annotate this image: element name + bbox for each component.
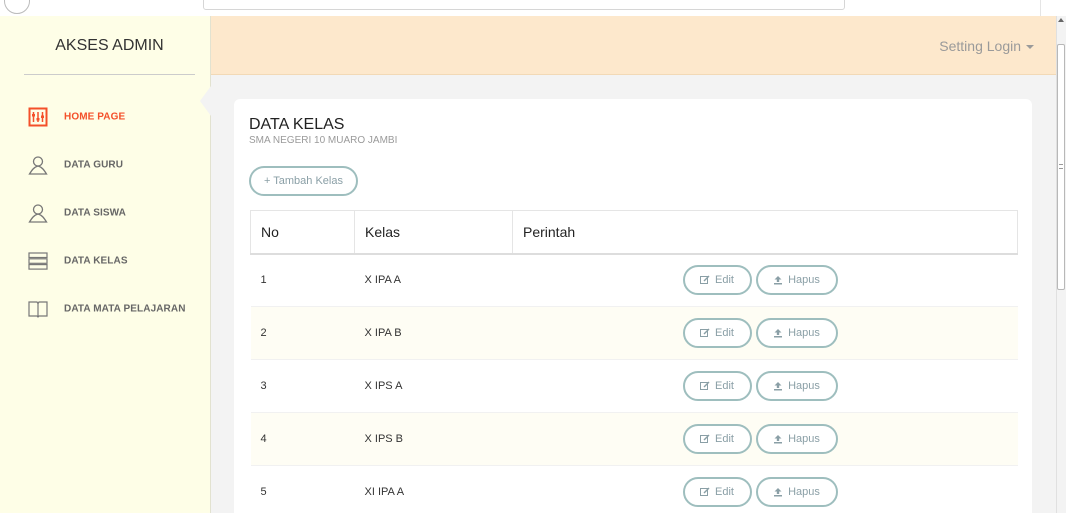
cell-no: 1 xyxy=(250,253,355,307)
edit-icon xyxy=(700,434,710,443)
sidebar-item-label: DATA SISWA xyxy=(64,207,126,219)
class-table: No Kelas Perintah 1X IPA A Edit Hapus 2 X IP… xyxy=(250,210,1018,513)
table-row: 4X IPS B Edit Hapus xyxy=(250,412,1018,466)
cell-no: 2 xyxy=(250,306,355,360)
sidebar-item-label: DATA KELAS xyxy=(64,255,128,267)
setting-login-dropdown[interactable]: Setting Login xyxy=(939,38,1034,54)
delete-label: Hapus xyxy=(788,274,820,287)
cell-kelas: X IPA B xyxy=(354,306,513,360)
cell-no: 3 xyxy=(250,359,355,413)
upload-icon xyxy=(774,382,783,391)
sidebar-item-data-kelas[interactable]: DATA KELAS xyxy=(0,237,210,285)
edit-button[interactable]: Edit xyxy=(682,424,752,454)
active-indicator xyxy=(200,86,211,116)
table-header-row: No Kelas Perintah xyxy=(250,210,1018,255)
edit-button[interactable]: Edit xyxy=(682,265,752,296)
cell-actions: Edit Hapus xyxy=(512,412,1018,466)
upload-icon xyxy=(774,329,783,338)
edit-label: Edit xyxy=(715,486,734,499)
edit-label: Edit xyxy=(715,274,734,287)
table-row: 2X IPA B Edit Hapus xyxy=(250,306,1018,360)
browser-strip xyxy=(0,0,1066,16)
cell-actions: Edit Hapus xyxy=(512,306,1018,360)
divider xyxy=(24,74,195,75)
cell-actions: Edit Hapus xyxy=(512,465,1018,513)
cell-no: 5 xyxy=(250,465,355,513)
column-header-perintah: Perintah xyxy=(512,210,1018,255)
delete-label: Hapus xyxy=(788,486,820,499)
browser-address-bar[interactable] xyxy=(203,0,845,10)
upload-icon xyxy=(774,435,783,444)
page-title: DATA KELAS xyxy=(249,116,345,133)
action-group: Edit Hapus xyxy=(682,477,1018,508)
delete-button[interactable]: Hapus xyxy=(755,424,838,454)
upload-icon xyxy=(774,488,783,497)
delete-button[interactable]: Hapus xyxy=(755,477,838,508)
sidebar-item-home-page[interactable]: HOME PAGE xyxy=(0,93,210,141)
content-panel: DATA KELAS SMA NEGERI 10 MUARO JAMBI + T… xyxy=(234,99,1032,513)
delete-button[interactable]: Hapus xyxy=(755,371,838,401)
sidebar-brand: AKSES ADMIN xyxy=(55,37,164,54)
table-row: 5 XI IPA A Edit Hapus xyxy=(250,465,1018,513)
table-row: 3X IPS A Edit Hapus xyxy=(250,359,1018,413)
sidebar-item-data-siswa[interactable]: DATA SISWA xyxy=(0,189,210,237)
delete-label: Hapus xyxy=(788,380,820,392)
edit-button[interactable]: Edit xyxy=(682,477,752,508)
sidebar: AKSES ADMIN HOME PAGE DATA GURU DATA SIS… xyxy=(0,16,211,513)
cell-kelas: X IPS B xyxy=(354,412,513,466)
cell-kelas: X IPS A xyxy=(354,359,513,413)
cell-actions: Edit Hapus xyxy=(512,359,1018,413)
setting-login-label: Setting Login xyxy=(939,38,1021,54)
delete-label: Hapus xyxy=(788,433,820,445)
add-class-button[interactable]: + Tambah Kelas xyxy=(249,166,358,196)
edit-icon xyxy=(700,275,710,285)
table-body: 1X IPA A Edit Hapus 2 X IPA B Edit Hapus 3 X IPS… xyxy=(250,253,1018,513)
grip-icon xyxy=(1059,164,1063,169)
sidebar-item-label: HOME PAGE xyxy=(64,111,126,123)
scrollbar[interactable] xyxy=(1056,16,1066,513)
table-row: 1X IPA A Edit Hapus xyxy=(250,253,1018,307)
cell-no: 4 xyxy=(250,412,355,466)
sidebar-item-data-guru[interactable]: DATA GURU xyxy=(0,141,210,189)
edit-icon xyxy=(700,487,710,497)
home-icon xyxy=(28,107,48,127)
edit-button[interactable]: Edit xyxy=(682,371,752,401)
sidebar-item-label: DATA MATA PELAJARAN xyxy=(64,303,186,315)
server-icon xyxy=(28,252,48,270)
action-group: Edit Hapus xyxy=(682,265,1018,296)
page-subtitle: SMA NEGERI 10 MUARO JAMBI xyxy=(249,135,398,146)
edit-button[interactable]: Edit xyxy=(682,318,752,348)
delete-label: Hapus xyxy=(788,327,820,339)
delete-button[interactable]: Hapus xyxy=(755,265,838,296)
action-group: Edit Hapus xyxy=(682,424,1018,454)
user-icon xyxy=(28,204,48,223)
chevron-down-icon xyxy=(1026,45,1034,50)
column-header-kelas: Kelas xyxy=(354,210,513,255)
edit-icon xyxy=(700,381,710,390)
cell-actions: Edit Hapus xyxy=(512,253,1018,307)
delete-button[interactable]: Hapus xyxy=(755,318,838,348)
edit-icon xyxy=(700,328,710,337)
edit-label: Edit xyxy=(715,433,734,445)
scroll-up-arrow-icon[interactable] xyxy=(1058,18,1064,22)
cell-kelas: XI IPA A xyxy=(354,465,513,513)
sidebar-item-label: DATA GURU xyxy=(64,159,124,171)
user-icon xyxy=(28,156,48,175)
edit-label: Edit xyxy=(715,380,734,392)
action-group: Edit Hapus xyxy=(682,371,1018,401)
sidebar-item-data-mata-pelajaran[interactable]: DATA MATA PELAJARAN xyxy=(0,285,210,333)
action-group: Edit Hapus xyxy=(682,318,1018,348)
browser-circle-icon xyxy=(4,0,30,14)
cell-kelas: X IPA A xyxy=(354,253,513,307)
column-header-no: No xyxy=(250,210,355,255)
divider xyxy=(1040,0,1041,16)
top-header: Setting Login xyxy=(211,16,1056,75)
edit-label: Edit xyxy=(715,327,734,339)
upload-icon xyxy=(774,276,783,285)
book-icon xyxy=(28,301,48,318)
